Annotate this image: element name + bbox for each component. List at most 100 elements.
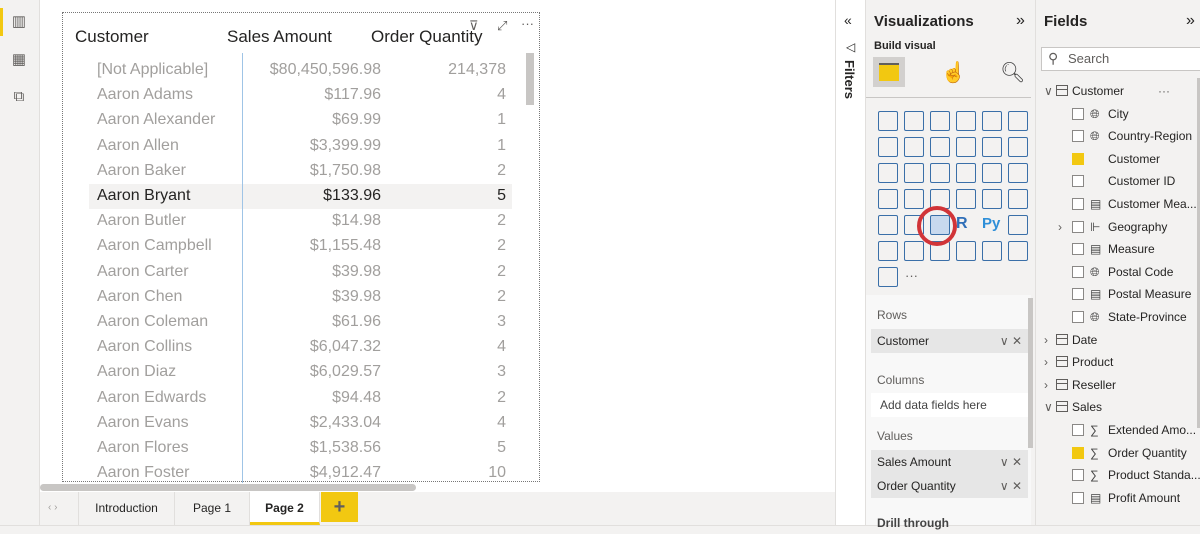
- filled-map-visual-icon[interactable]: [904, 189, 924, 209]
- treemap-visual-icon[interactable]: [1008, 163, 1028, 183]
- field-checkbox[interactable]: [1072, 130, 1084, 143]
- arcgis-visual-icon[interactable]: [982, 241, 1002, 261]
- field-checkbox[interactable]: [1072, 152, 1084, 165]
- field-checkbox[interactable]: [1072, 220, 1084, 233]
- field-item[interactable]: ▤ Measure: [1072, 240, 1155, 258]
- key-influencers-visual-icon[interactable]: [1008, 215, 1028, 235]
- field-checkbox[interactable]: [1072, 107, 1084, 120]
- waterfall-visual-icon[interactable]: [878, 163, 898, 183]
- field-table-sales[interactable]: ∨ Sales: [1044, 398, 1102, 416]
- ribbon-visual-icon[interactable]: [1008, 137, 1028, 157]
- horizontal-scrollbar[interactable]: [40, 484, 416, 491]
- power-automate-visual-icon[interactable]: [878, 267, 898, 287]
- chevron-down-icon[interactable]: ∨: [1044, 82, 1056, 100]
- field-checkbox[interactable]: [1072, 311, 1084, 323]
- r-visual-visual-icon[interactable]: R: [956, 215, 976, 235]
- table-row[interactable]: Aaron Edwards $94.48 2: [89, 386, 512, 411]
- field-item[interactable]: ∑ Order Quantity: [1072, 444, 1187, 462]
- stacked-column-visual-icon[interactable]: [904, 111, 924, 131]
- qa-visual-icon[interactable]: [904, 241, 924, 261]
- field-checkbox[interactable]: [1072, 446, 1084, 459]
- area-visual-icon[interactable]: [904, 137, 924, 157]
- chevron-down-icon[interactable]: ∨: [1044, 398, 1056, 416]
- line-column-visual-icon[interactable]: [956, 137, 976, 157]
- tab-page-2[interactable]: Page 2: [250, 492, 320, 525]
- filters-label[interactable]: Filters: [842, 60, 857, 99]
- table-row[interactable]: Aaron Evans $2,433.04 4: [89, 411, 512, 436]
- focus-mode-icon[interactable]: ⤢: [497, 18, 507, 34]
- table-row[interactable]: Aaron Butler $14.98 2: [89, 209, 512, 234]
- table-row[interactable]: Aaron Bryant $133.96 5: [89, 184, 512, 209]
- scatter-visual-icon[interactable]: [930, 163, 950, 183]
- field-checkbox[interactable]: [1072, 243, 1084, 256]
- chevron-right-icon[interactable]: ›: [1044, 331, 1056, 349]
- field-item[interactable]: 🌐︎ State-Province: [1072, 308, 1187, 326]
- smart-narrative-visual-icon[interactable]: [956, 241, 976, 261]
- 100-bar-visual-icon[interactable]: [982, 111, 1002, 131]
- more-options-icon[interactable]: ···: [521, 16, 534, 31]
- pie-visual-icon[interactable]: [956, 163, 976, 183]
- field-checkbox[interactable]: [1072, 469, 1084, 482]
- field-item[interactable]: 🌐︎ Country-Region: [1072, 127, 1192, 145]
- donut-visual-icon[interactable]: [982, 163, 1002, 183]
- tab-nav-arrows[interactable]: ‹ ›: [48, 502, 57, 513]
- report-canvas[interactable]: Customer Sales Amount Order Quantity ⊽ ⤢…: [40, 0, 870, 492]
- field-item[interactable]: 🌐︎ Postal Code: [1072, 263, 1173, 281]
- field-item[interactable]: 🌐︎ City: [1072, 105, 1129, 123]
- fields-search-input[interactable]: Search: [1041, 47, 1200, 71]
- table-row[interactable]: Aaron Allen $3,399.99 1: [89, 134, 512, 159]
- field-checkbox[interactable]: [1072, 265, 1084, 278]
- field-item[interactable]: ▤ Customer Mea...: [1072, 195, 1197, 213]
- model-view-icon[interactable]: ⧉: [10, 88, 28, 105]
- add-page-button[interactable]: +: [321, 492, 358, 522]
- chevron-right-icon[interactable]: ›: [1044, 353, 1056, 371]
- field-table-customer[interactable]: ∨ Customer: [1044, 82, 1124, 100]
- stacked-area-visual-icon[interactable]: [930, 137, 950, 157]
- tab-page-1[interactable]: Page 1: [175, 492, 250, 525]
- kpi-visual-icon[interactable]: [1008, 189, 1028, 209]
- more-options-icon[interactable]: ···: [1158, 84, 1170, 98]
- slicer-visual-icon[interactable]: [878, 215, 898, 235]
- header-customer[interactable]: Customer: [75, 27, 149, 47]
- table-row[interactable]: Aaron Carter $39.98 2: [89, 260, 512, 285]
- field-item[interactable]: Customer: [1072, 150, 1160, 168]
- table-row[interactable]: Aaron Collins $6,047.32 4: [89, 335, 512, 360]
- table-row[interactable]: Aaron Adams $117.96 4: [89, 83, 512, 108]
- table-row[interactable]: Aaron Baker $1,750.98 2: [89, 159, 512, 184]
- decomposition-tree-visual-icon[interactable]: [878, 241, 898, 261]
- power-apps-visual-icon[interactable]: [1008, 241, 1028, 261]
- field-checkbox[interactable]: [1072, 288, 1084, 301]
- remove-field-icon[interactable]: ∨ ✕: [1000, 329, 1022, 353]
- table-row[interactable]: Aaron Campbell $1,155.48 2: [89, 234, 512, 259]
- values-well-order-quantity[interactable]: Order Quantity ∨ ✕: [871, 474, 1028, 498]
- build-visual-tab[interactable]: [873, 57, 905, 87]
- field-checkbox[interactable]: [1072, 175, 1084, 188]
- table-row[interactable]: [Not Applicable] $80,450,596.98 214,378: [89, 58, 512, 83]
- field-table-reseller[interactable]: › Reseller: [1044, 376, 1116, 394]
- field-checkbox[interactable]: [1072, 491, 1084, 504]
- tab-introduction[interactable]: Introduction: [78, 492, 175, 525]
- expand-icon[interactable]: «: [844, 12, 852, 28]
- line-visual-icon[interactable]: [878, 137, 898, 157]
- columns-well[interactable]: Add data fields here: [871, 393, 1028, 417]
- field-item[interactable]: ∑ Extended Amo...: [1072, 421, 1196, 439]
- table-scrollbar[interactable]: [526, 53, 534, 105]
- header-order-quantity[interactable]: Order Quantity: [371, 27, 483, 47]
- field-table-date[interactable]: › Date: [1044, 331, 1097, 349]
- field-checkbox[interactable]: [1072, 424, 1084, 436]
- card-visual-icon[interactable]: [956, 189, 976, 209]
- collapse-viz-icon[interactable]: »: [1016, 12, 1025, 30]
- table-row[interactable]: Aaron Foster $4,912.47 10: [89, 461, 512, 486]
- stacked-bar-visual-icon[interactable]: [878, 111, 898, 131]
- wells-scrollbar[interactable]: [1028, 298, 1033, 448]
- field-item[interactable]: Customer ID: [1072, 172, 1175, 190]
- field-item[interactable]: › ⊩ Geography: [1058, 218, 1167, 236]
- analytics-icon[interactable]: 🔍︎: [1000, 60, 1025, 85]
- rows-well-customer[interactable]: Customer ∨ ✕: [871, 329, 1028, 353]
- python-visual-visual-icon[interactable]: Py: [982, 215, 1002, 235]
- chevron-right-icon[interactable]: ›: [1058, 218, 1062, 236]
- filter-icon[interactable]: ⊽: [469, 18, 479, 34]
- clustered-bar-visual-icon[interactable]: [930, 111, 950, 131]
- table-row[interactable]: Aaron Flores $1,538.56 5: [89, 436, 512, 461]
- data-view-icon[interactable]: ▦: [10, 50, 28, 68]
